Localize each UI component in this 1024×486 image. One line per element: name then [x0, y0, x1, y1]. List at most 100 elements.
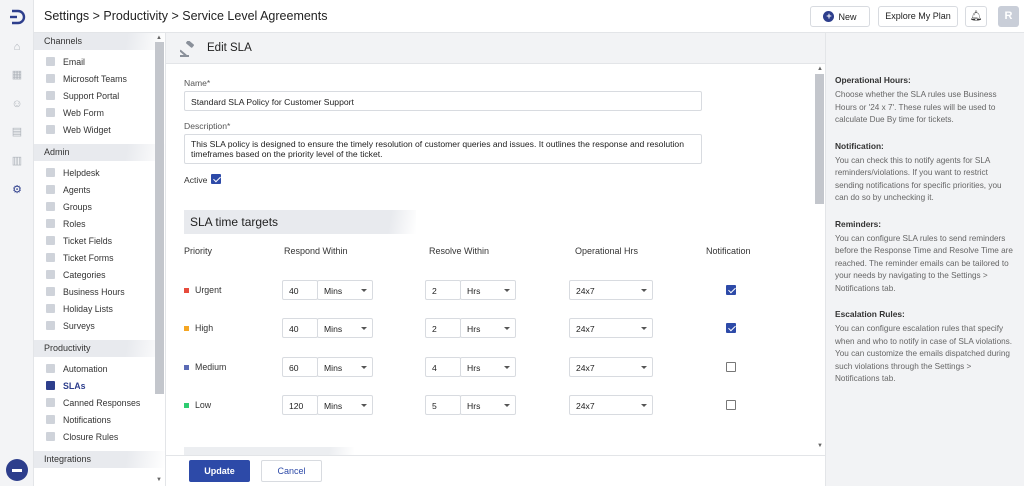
sidebar-scroll-up-icon[interactable]: ▲: [156, 35, 162, 41]
col-priority: Priority: [184, 246, 213, 256]
priority-label: Low: [195, 400, 212, 410]
name-input[interactable]: Standard SLA Policy for Customer Support: [184, 91, 702, 111]
help-title: Operational Hours:: [835, 75, 911, 85]
sidebar-item-web-form[interactable]: Web Form: [34, 104, 165, 121]
app-rail: ⌂ ▦ ☺ ▤ ▥ ⚙ ▬: [0, 0, 34, 486]
resolve-unit-select[interactable]: Hrs: [460, 395, 516, 415]
explore-plan-button[interactable]: Explore My Plan: [878, 6, 958, 27]
notification-checkbox[interactable]: [726, 362, 736, 372]
categories-icon: [46, 270, 55, 279]
resolve-unit-select[interactable]: Hrs: [460, 318, 516, 338]
sidebar-item-groups[interactable]: Groups: [34, 198, 165, 215]
sidebar-item-ticket-forms[interactable]: Ticket Forms: [34, 249, 165, 266]
respond-value-input[interactable]: 60: [282, 357, 318, 377]
sidebar-item-ticket-fields[interactable]: Ticket Fields: [34, 232, 165, 249]
sidebar-section-integrations: Integrations: [34, 451, 165, 468]
sidebar-scrollbar[interactable]: [155, 42, 164, 394]
resolve-value-input[interactable]: 5: [425, 395, 461, 415]
sidebar-item-email[interactable]: Email: [34, 53, 165, 70]
notification-checkbox[interactable]: [726, 323, 736, 333]
ticket-forms-icon: [46, 253, 55, 262]
notifications-bell-icon[interactable]: 🔔︎: [965, 6, 987, 27]
sidebar-item-automation[interactable]: Automation: [34, 360, 165, 377]
priority-urgent: Urgent: [184, 285, 221, 295]
chevron-down-icon: [361, 289, 367, 292]
bell-icon: [46, 415, 55, 424]
operational-hours-select[interactable]: 24x7: [569, 280, 653, 300]
respond-unit-select[interactable]: Mins: [317, 357, 373, 377]
resolve-unit-select[interactable]: Hrs: [460, 280, 516, 300]
sidebar-item-business-hours[interactable]: Business Hours: [34, 283, 165, 300]
respond-unit-select[interactable]: Mins: [317, 280, 373, 300]
app-logo-icon[interactable]: [8, 8, 26, 26]
update-button[interactable]: Update: [189, 460, 250, 482]
avatar[interactable]: R: [998, 6, 1019, 27]
sidebar-item-slas[interactable]: SLAs: [34, 377, 165, 394]
sidebar-item-closure-rules[interactable]: Closure Rules: [34, 428, 165, 445]
notification-checkbox[interactable]: [726, 400, 736, 410]
priority-label: High: [195, 323, 214, 333]
sidebar-item-label: Web Widget: [63, 124, 111, 135]
resolve-value-input[interactable]: 2: [425, 280, 461, 300]
contacts-icon[interactable]: ☺: [10, 97, 24, 111]
respond-value-input[interactable]: 120: [282, 395, 318, 415]
notification-checkbox[interactable]: [726, 285, 736, 295]
sidebar-item-support-portal[interactable]: Support Portal: [34, 87, 165, 104]
settings-sidebar: Channels Email Microsoft Teams Support Port…: [34, 33, 166, 486]
respond-unit-value: Mins: [324, 286, 343, 296]
home-icon[interactable]: ⌂: [10, 40, 24, 54]
sidebar-item-microsoft-teams[interactable]: Microsoft Teams: [34, 70, 165, 87]
chat-bubble-icon[interactable]: ▬: [6, 459, 28, 481]
resolve-value-input[interactable]: 4: [425, 357, 461, 377]
sidebar-item-label: Surveys: [63, 320, 95, 331]
description-textarea[interactable]: This SLA policy is designed to ensure th…: [184, 134, 702, 164]
knowledge-base-icon[interactable]: ▤: [10, 125, 24, 139]
reports-icon[interactable]: ▥: [10, 154, 24, 168]
resolve-unit-value: Hrs: [467, 286, 481, 296]
agents-icon: [46, 185, 55, 194]
sidebar-item-roles[interactable]: Roles: [34, 215, 165, 232]
respond-value-input[interactable]: 40: [282, 280, 318, 300]
resolve-value-input[interactable]: 2: [425, 318, 461, 338]
chevron-down-icon: [504, 404, 510, 407]
operational-hours-select[interactable]: 24x7: [569, 395, 653, 415]
priority-color-dot: [184, 325, 189, 331]
groups-icon: [46, 202, 55, 211]
col-respond-within: Respond Within: [284, 246, 348, 256]
cancel-button[interactable]: Cancel: [261, 460, 322, 482]
sidebar-item-agents[interactable]: Agents: [34, 181, 165, 198]
sidebar-item-label: Categories: [63, 269, 106, 280]
clock-icon: [46, 287, 55, 296]
web-widget-icon: [46, 125, 55, 134]
active-label: Active: [184, 175, 208, 185]
help-title: Reminders:: [835, 218, 882, 229]
operational-hours-value: 24x7: [576, 324, 595, 334]
sidebar-item-helpdesk[interactable]: Helpdesk: [34, 164, 165, 181]
operational-hours-select[interactable]: 24x7: [569, 318, 653, 338]
sidebar-item-notifications[interactable]: Notifications: [34, 411, 165, 428]
sidebar-item-label: Groups: [63, 201, 92, 212]
active-checkbox[interactable]: [211, 174, 221, 184]
respond-value-input[interactable]: 40: [282, 318, 318, 338]
respond-unit-select[interactable]: Mins: [317, 318, 373, 338]
sidebar-item-canned-responses[interactable]: Canned Responses: [34, 394, 165, 411]
content-scrollbar[interactable]: [815, 74, 824, 204]
content-scroll-up-icon[interactable]: ▲: [817, 66, 823, 72]
chevron-down-icon: [361, 404, 367, 407]
resolve-unit-select[interactable]: Hrs: [460, 357, 516, 377]
col-resolve-within: Resolve Within: [429, 246, 490, 256]
operational-hours-select[interactable]: 24x7: [569, 357, 653, 377]
new-button[interactable]: + New: [810, 6, 870, 27]
teams-icon: [46, 74, 55, 83]
sidebar-item-holiday-lists[interactable]: Holiday Lists: [34, 300, 165, 317]
sidebar-scroll-down-icon[interactable]: ▼: [156, 477, 162, 483]
help-title: Escalation Rules:: [835, 309, 905, 319]
respond-unit-select[interactable]: Mins: [317, 395, 373, 415]
sidebar-item-categories[interactable]: Categories: [34, 266, 165, 283]
sidebar-item-surveys[interactable]: Surveys: [34, 317, 165, 334]
sidebar-item-web-widget[interactable]: Web Widget: [34, 121, 165, 138]
help-operational-hours: Operational Hours: Choose whether the SL…: [835, 75, 1014, 127]
content-scroll-down-icon[interactable]: ▼: [817, 443, 823, 449]
tickets-icon[interactable]: ▦: [10, 68, 24, 82]
settings-gear-icon[interactable]: ⚙: [10, 183, 24, 197]
